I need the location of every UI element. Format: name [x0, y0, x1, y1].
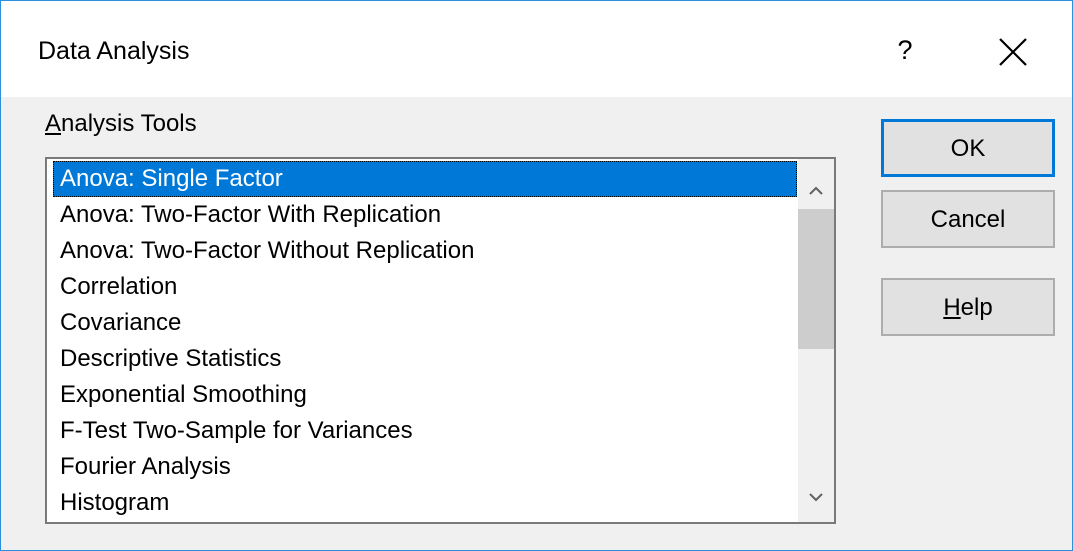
analysis-tools-listbox[interactable]: Anova: Single Factor Anova: Two-Factor Wi… — [45, 157, 836, 524]
analysis-tools-label: Analysis Tools — [45, 110, 197, 137]
dialog-title: Data Analysis — [38, 37, 190, 65]
data-analysis-dialog: Data Analysis ? Analysis Tools Anova: Si… — [0, 0, 1073, 551]
cancel-button[interactable]: Cancel — [881, 190, 1055, 248]
ok-button[interactable]: OK — [881, 119, 1055, 177]
scroll-down-arrow-icon[interactable] — [798, 484, 834, 516]
list-item[interactable]: Anova: Single Factor — [53, 161, 797, 197]
list-item[interactable]: Covariance — [53, 305, 797, 341]
help-question-button[interactable]: ? — [890, 32, 920, 68]
list-item[interactable]: F-Test Two-Sample for Variances — [53, 413, 797, 449]
list-item[interactable]: Anova: Two-Factor With Replication — [53, 197, 797, 233]
analysis-tools-list: Anova: Single Factor Anova: Two-Factor Wi… — [53, 161, 797, 521]
list-item[interactable]: Correlation — [53, 269, 797, 305]
help-button[interactable]: Help — [881, 278, 1055, 336]
list-item[interactable]: Anova: Two-Factor Without Replication — [53, 233, 797, 269]
list-item[interactable]: Histogram — [53, 485, 797, 521]
close-icon[interactable] — [996, 35, 1030, 69]
title-bar: Data Analysis ? — [1, 1, 1072, 97]
vertical-scrollbar[interactable] — [798, 159, 834, 522]
list-item[interactable]: Exponential Smoothing — [53, 377, 797, 413]
list-item[interactable]: Descriptive Statistics — [53, 341, 797, 377]
scroll-up-arrow-icon[interactable] — [798, 177, 834, 209]
scroll-thumb[interactable] — [798, 209, 834, 349]
list-item[interactable]: Fourier Analysis — [53, 449, 797, 485]
